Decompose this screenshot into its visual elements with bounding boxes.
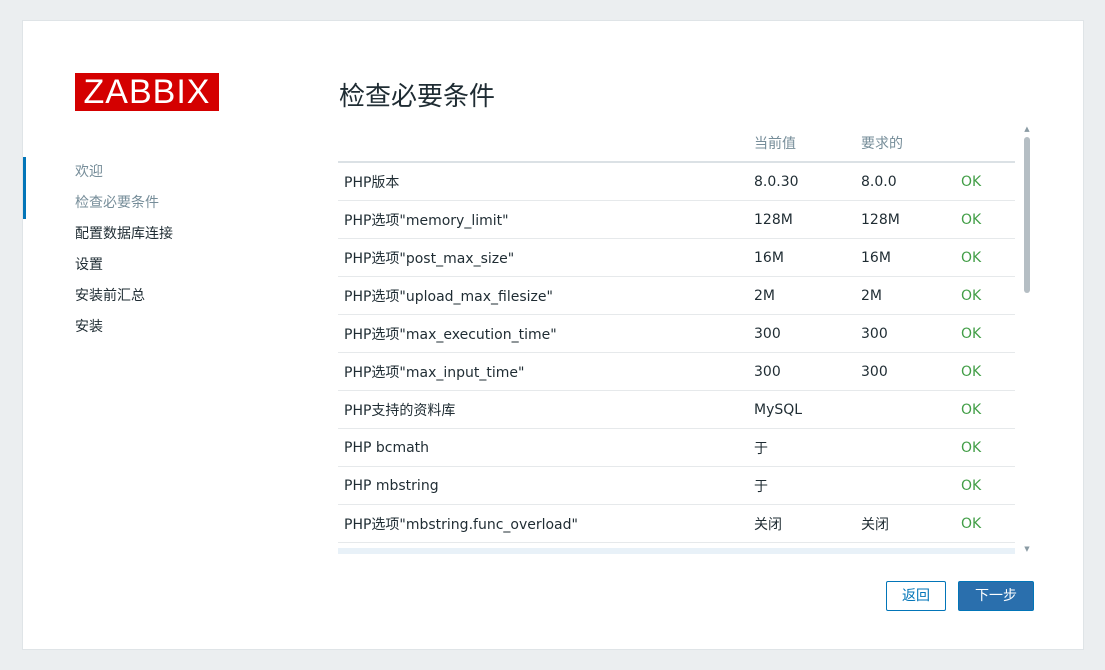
row-required: [855, 390, 955, 429]
table-row: PHP选项"max_execution_time" 300 300 OK: [338, 314, 1015, 353]
scroll-down-arrow-icon[interactable]: ▼: [1023, 545, 1031, 553]
header-status: [955, 125, 1015, 163]
table-header-row: 当前值 要求的: [338, 125, 1015, 163]
table-row: PHP选项"max_input_time" 300 300 OK: [338, 352, 1015, 391]
row-current: 128M: [748, 200, 855, 239]
setup-card: ZABBIX 欢迎 检查必要条件 配置数据库连接 设置 安装前汇总 安装 检查必…: [22, 20, 1084, 650]
row-name: PHP选项"upload_max_filesize": [338, 276, 748, 315]
header-current-value: 当前值: [748, 125, 855, 163]
next-step-button[interactable]: 下一步: [958, 581, 1034, 611]
row-required: [855, 466, 955, 505]
step-check-prerequisites: 检查必要条件: [75, 195, 159, 211]
row-current: MySQL: [748, 390, 855, 429]
current-step-marker: [23, 157, 26, 219]
table-row: PHP bcmath 于 OK: [338, 428, 1015, 467]
row-name: PHP选项"max_input_time": [338, 352, 748, 391]
row-name: PHP bcmath: [338, 428, 748, 467]
row-required: 16M: [855, 238, 955, 277]
row-name: PHP支持的资料库: [338, 390, 748, 429]
step-install: 安装: [75, 319, 103, 335]
row-status: OK: [955, 238, 1015, 277]
header-required: 要求的: [855, 125, 955, 163]
table-row: PHP选项"mbstring.func_overload" 关闭 关闭 OK: [338, 504, 1015, 543]
row-current: 8.0.30: [748, 162, 855, 201]
row-name: PHP选项"mbstring.func_overload": [338, 504, 748, 543]
table-row: PHP选项"upload_max_filesize" 2M 2M OK: [338, 276, 1015, 315]
header-name: [338, 125, 748, 163]
row-status: OK: [955, 314, 1015, 353]
row-required: 关闭: [855, 504, 955, 543]
step-settings: 设置: [75, 257, 103, 273]
row-status: OK: [955, 162, 1015, 201]
row-name: PHP选项"memory_limit": [338, 200, 748, 239]
row-name: PHP选项"post_max_size": [338, 238, 748, 277]
table-row: PHP版本 8.0.30 8.0.0 OK: [338, 162, 1015, 201]
row-current: 关闭: [748, 504, 855, 543]
row-name: PHP选项"max_execution_time": [338, 314, 748, 353]
table-scrollbar[interactable]: ▲ ▼: [1023, 125, 1031, 553]
row-required: 300: [855, 352, 955, 391]
row-required: [855, 428, 955, 467]
prerequisites-table: 当前值 要求的 PHP版本 8.0.30 8.0.0 OK PHP选项"memo…: [338, 125, 1015, 543]
table-row: PHP支持的资料库 MySQL OK: [338, 390, 1015, 429]
row-name: PHP版本: [338, 162, 748, 201]
table-row: PHP选项"memory_limit" 128M 128M OK: [338, 200, 1015, 239]
table-row: PHP mbstring 于 OK: [338, 466, 1015, 505]
row-current: 于: [748, 466, 855, 505]
step-configure-db: 配置数据库连接: [75, 226, 173, 242]
zabbix-logo: ZABBIX: [75, 73, 219, 111]
row-status: OK: [955, 466, 1015, 505]
scroll-thumb[interactable]: [1024, 137, 1030, 293]
row-current: 16M: [748, 238, 855, 277]
row-required: 8.0.0: [855, 162, 955, 201]
row-status: OK: [955, 352, 1015, 391]
partial-table-row: [338, 548, 1015, 554]
row-current: 300: [748, 314, 855, 353]
row-current: 300: [748, 352, 855, 391]
step-pre-install-summary: 安装前汇总: [75, 288, 145, 304]
row-status: OK: [955, 428, 1015, 467]
row-required: 128M: [855, 200, 955, 239]
row-status: OK: [955, 276, 1015, 315]
page-title: 检查必要条件: [339, 82, 496, 112]
step-welcome: 欢迎: [75, 164, 103, 180]
row-current: 2M: [748, 276, 855, 315]
row-status: OK: [955, 200, 1015, 239]
row-status: OK: [955, 390, 1015, 429]
row-required: 2M: [855, 276, 955, 315]
scroll-up-arrow-icon[interactable]: ▲: [1023, 125, 1031, 133]
table-row: PHP选项"post_max_size" 16M 16M OK: [338, 238, 1015, 277]
row-required: 300: [855, 314, 955, 353]
row-status: OK: [955, 504, 1015, 543]
back-button[interactable]: 返回: [886, 581, 946, 611]
row-current: 于: [748, 428, 855, 467]
prerequisites-table-container[interactable]: 当前值 要求的 PHP版本 8.0.30 8.0.0 OK PHP选项"memo…: [338, 125, 1015, 553]
row-name: PHP mbstring: [338, 466, 748, 505]
